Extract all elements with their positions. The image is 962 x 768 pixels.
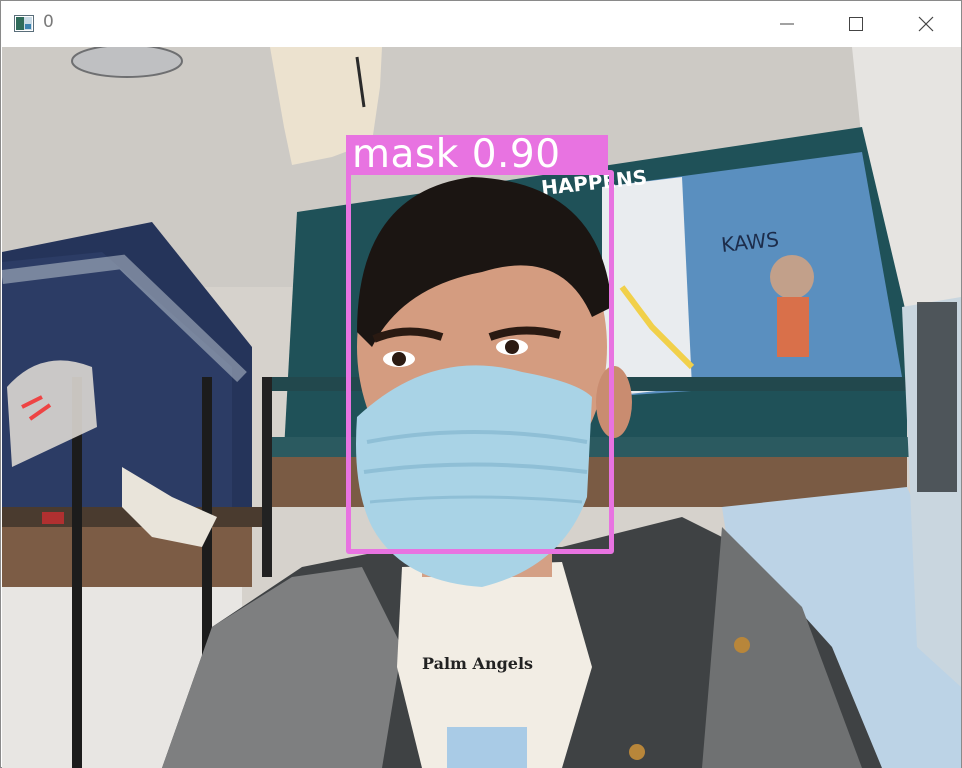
title-bar[interactable]: 0 <box>1 1 961 47</box>
shirt-text: Palm Angels <box>422 654 533 673</box>
camera-frame: HAPPENS KAWS Palm Angels mask 0.90 <box>2 47 961 768</box>
detection-bounding-box <box>346 170 614 554</box>
image-viewer-window: 0 HAPPENS KAWS Palm Angels mask 0.90 <box>0 0 962 768</box>
maximize-button[interactable] <box>821 1 891 47</box>
minimize-icon <box>780 23 794 25</box>
close-icon <box>918 16 934 32</box>
maximize-icon <box>849 17 863 31</box>
minimize-button[interactable] <box>752 1 822 47</box>
close-button[interactable] <box>891 1 961 47</box>
window-title: 0 <box>43 12 54 32</box>
app-icon <box>14 15 34 32</box>
ceiling-fan <box>71 47 183 78</box>
detection-label: mask 0.90 <box>352 132 561 177</box>
